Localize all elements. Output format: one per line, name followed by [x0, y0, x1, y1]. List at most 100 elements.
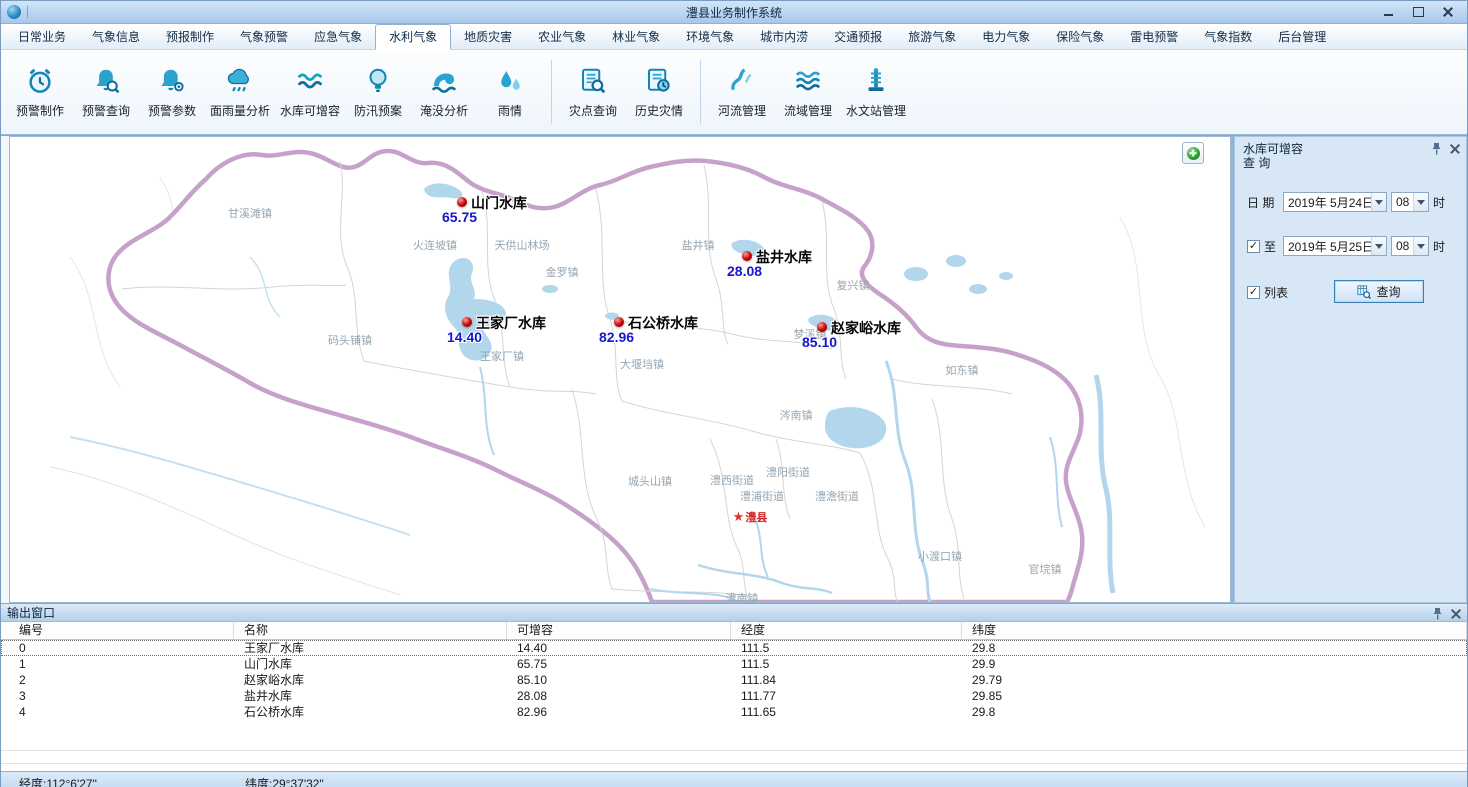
toolbar-button-淹没分析[interactable]: 淹没分析 [411, 62, 477, 123]
table-cell: 29.79 [962, 672, 1467, 688]
table-row[interactable]: 0王家厂水库14.40111.529.8 [1, 640, 1467, 656]
menu-tab-雷电预警[interactable]: 雷电预警 [1117, 25, 1191, 49]
rain-cloud-icon [225, 66, 255, 96]
table-header-row: 编号名称可增容经度纬度 [1, 622, 1467, 640]
table-cell: 王家厂水库 [234, 640, 507, 656]
hour-unit-label: 时 [1433, 194, 1445, 211]
toolbar-button-预警参数[interactable]: 预警参数 [139, 62, 205, 123]
query-icon [1357, 285, 1371, 299]
date-label: 日 期 [1247, 194, 1279, 211]
toolbar-button-防汛预案[interactable]: 防汛预案 [345, 62, 411, 123]
toolbar-button-灾点查询[interactable]: 灾点查询 [560, 62, 626, 123]
toolbar-button-预警查询[interactable]: 预警查询 [73, 62, 139, 123]
reservoir-wave-icon [295, 66, 325, 96]
menu-tab-气象指数[interactable]: 气象指数 [1191, 25, 1265, 49]
output-title: 输出窗口 [7, 604, 55, 621]
from-hour-combo[interactable]: 08 [1391, 192, 1429, 212]
minimize-button[interactable] [1379, 5, 1397, 19]
town-label: 涔南镇 [780, 407, 813, 423]
menu-tab-林业气象[interactable]: 林业气象 [599, 25, 673, 49]
toolbar-button-河流管理[interactable]: 河流管理 [709, 62, 775, 123]
town-label: 澧澹街道 [815, 488, 859, 504]
toolbar-button-雨情[interactable]: 雨情 [477, 62, 543, 123]
menu-tab-农业气象[interactable]: 农业气象 [525, 25, 599, 49]
menu-tab-旅游气象[interactable]: 旅游气象 [895, 25, 969, 49]
toolbar-separator [700, 60, 701, 124]
map-zoom-button[interactable] [1182, 142, 1204, 164]
menu-tab-气象预警[interactable]: 气象预警 [227, 25, 301, 49]
menu-tab-日常业务[interactable]: 日常业务 [5, 25, 79, 49]
to-label: 至 [1264, 238, 1279, 255]
menu-tab-预报制作[interactable]: 预报制作 [153, 25, 227, 49]
table-cell: 盐井水库 [234, 688, 507, 704]
table-cell: 29.8 [962, 640, 1467, 656]
reservoir-value: 85.10 [802, 334, 837, 350]
chevron-down-icon [1413, 237, 1428, 255]
toolbar-button-水库可增容[interactable]: 水库可增容 [275, 62, 345, 123]
county-star-icon [733, 509, 745, 525]
pin-icon[interactable] [1431, 142, 1442, 155]
empty-row-line [1, 750, 1467, 751]
to-date-combo[interactable]: 2019年 5月25日 [1283, 236, 1387, 256]
table-row[interactable]: 3盐井水库28.08111.7729.85 [1, 688, 1467, 704]
flood-wave-icon [429, 66, 459, 96]
map-area[interactable]: 甘溪滩镇火连坡镇天供山林场金罗镇盐井镇复兴镇码头铺镇王家厂镇梦溪镇大堰垱镇涔南镇… [9, 136, 1231, 603]
main-area: 甘溪滩镇火连坡镇天供山林场金罗镇盐井镇复兴镇码头铺镇王家厂镇梦溪镇大堰垱镇涔南镇… [1, 135, 1467, 603]
column-header-名称[interactable]: 名称 [234, 622, 507, 639]
county-name: 澧县 [745, 509, 767, 525]
toolbar-button-历史灾情[interactable]: 历史灾情 [626, 62, 692, 123]
chevron-down-icon [1371, 193, 1386, 211]
pin-icon[interactable] [1432, 607, 1443, 620]
table-row[interactable]: 2赵家峪水库85.10111.8429.79 [1, 672, 1467, 688]
town-label: 金罗镇 [546, 264, 579, 280]
toolbar-button-面雨量分析[interactable]: 面雨量分析 [205, 62, 275, 123]
to-hour-combo[interactable]: 08 [1391, 236, 1429, 256]
river-icon [727, 66, 757, 96]
menu-tab-环境气象[interactable]: 环境气象 [673, 25, 747, 49]
menu-tab-应急气象[interactable]: 应急气象 [301, 25, 375, 49]
town-label: 天供山林场 [495, 237, 550, 253]
town-label: 澧阳街道 [766, 464, 810, 480]
toolbar: 预警制作预警查询预警参数面雨量分析水库可增容防汛预案淹没分析雨情 灾点查询历史灾情… [1, 50, 1467, 135]
menu-tab-电力气象[interactable]: 电力气象 [969, 25, 1043, 49]
menu-tab-交通预报[interactable]: 交通预报 [821, 25, 895, 49]
reservoir-dot-icon [462, 317, 472, 327]
bell-search-icon [91, 66, 121, 96]
table-row[interactable]: 4石公桥水库82.96111.6529.8 [1, 704, 1467, 720]
town-label: 复兴镇 [837, 277, 870, 293]
output-close-icon[interactable] [1451, 609, 1461, 619]
column-header-纬度[interactable]: 纬度 [962, 622, 1467, 639]
column-header-经度[interactable]: 经度 [731, 622, 962, 639]
from-date-combo[interactable]: 2019年 5月24日 [1283, 192, 1387, 212]
town-label: 盐井镇 [682, 237, 715, 253]
column-header-编号[interactable]: 编号 [1, 622, 234, 639]
rain-drops-icon [495, 66, 525, 96]
menu-tab-城市内涝[interactable]: 城市内涝 [747, 25, 821, 49]
menu-tab-保险气象[interactable]: 保险气象 [1043, 25, 1117, 49]
menu-tab-后台管理[interactable]: 后台管理 [1265, 25, 1339, 49]
list-checkbox[interactable] [1247, 286, 1260, 299]
menu-bar: 日常业务气象信息预报制作气象预警应急气象水利气象地质灾害农业气象林业气象环境气象… [1, 24, 1467, 50]
toolbar-button-水文站管理[interactable]: 水文站管理 [841, 62, 911, 123]
table-cell: 111.84 [731, 672, 962, 688]
table-row[interactable]: 1山门水库65.75111.529.9 [1, 656, 1467, 672]
toolbar-button-预警制作[interactable]: 预警制作 [7, 62, 73, 123]
table-cell: 111.5 [731, 656, 962, 672]
close-button[interactable] [1439, 5, 1457, 19]
town-label: 官垸镇 [1029, 561, 1062, 577]
maximize-button[interactable] [1409, 5, 1427, 19]
column-header-可增容[interactable]: 可增容 [507, 622, 731, 639]
chevron-down-icon [1413, 193, 1428, 211]
panel-close-icon[interactable] [1450, 144, 1460, 154]
menu-tab-地质灾害[interactable]: 地质灾害 [451, 25, 525, 49]
history-disaster-icon [644, 66, 674, 96]
query-button[interactable]: 查询 [1334, 280, 1424, 303]
reservoir-value: 65.75 [442, 209, 477, 225]
disaster-search-icon [578, 66, 608, 96]
reservoir-name: 赵家峪水库 [831, 318, 901, 338]
menu-tab-水利气象[interactable]: 水利气象 [375, 24, 451, 50]
toolbar-button-流域管理[interactable]: 流域管理 [775, 62, 841, 123]
to-checkbox[interactable] [1247, 240, 1260, 253]
toolbar-button-label: 雨情 [498, 102, 522, 119]
menu-tab-气象信息[interactable]: 气象信息 [79, 25, 153, 49]
